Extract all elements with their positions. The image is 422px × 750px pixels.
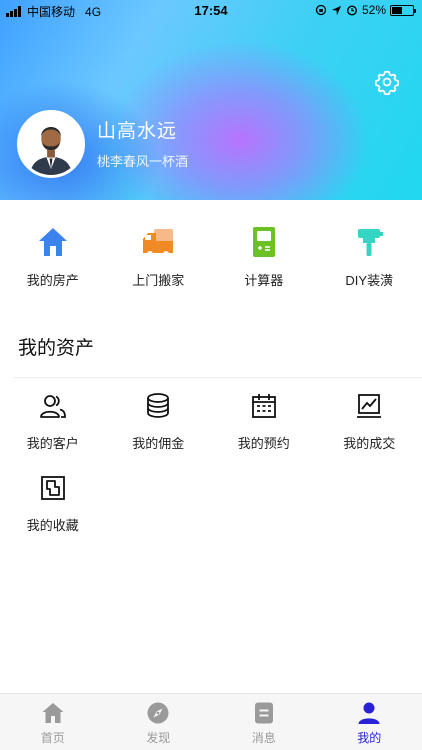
customers-icon <box>39 395 66 418</box>
quick-item-label: 计算器 <box>244 273 284 288</box>
user-name: 山高水远 <box>97 121 178 142</box>
assets-grid: 我的客户 我的佣金 我的预约 我的成交 我的收藏 <box>0 392 422 556</box>
tab-me[interactable]: 我的 <box>317 694 422 750</box>
settings-gear-icon[interactable] <box>374 69 400 96</box>
location-icon <box>331 5 342 15</box>
avatar[interactable] <box>17 110 85 178</box>
asset-item-label: 我的客户 <box>26 436 79 451</box>
coins-icon <box>147 393 170 418</box>
quick-item-label: 我的房产 <box>26 273 79 288</box>
profile-header: 山高水远 桃李春风一杯酒 <box>0 0 422 200</box>
calculator-icon <box>252 227 275 257</box>
asset-item-label: 我的佣金 <box>132 436 185 451</box>
asset-item-commission[interactable]: 我的佣金 <box>106 392 212 474</box>
tab-label: 我的 <box>357 731 382 745</box>
tab-label: 消息 <box>251 731 276 745</box>
user-icon <box>358 702 380 724</box>
divider <box>14 377 422 378</box>
tab-label: 发现 <box>146 731 171 745</box>
tab-messages[interactable]: 消息 <box>211 694 317 750</box>
house-icon <box>38 228 67 256</box>
message-icon <box>254 702 273 724</box>
battery-icon <box>390 4 416 16</box>
deal-chart-icon <box>357 394 382 418</box>
tab-home[interactable]: 首页 <box>0 694 106 750</box>
quick-item-calculator[interactable]: 计算器 <box>211 200 317 305</box>
home-icon <box>42 703 64 723</box>
asset-item-deals[interactable]: 我的成交 <box>317 392 422 474</box>
rotation-lock-icon <box>315 4 327 16</box>
quick-item-diy-decoration[interactable]: DIY装潢 <box>317 200 422 305</box>
assets-section-title: 我的资产 <box>18 338 95 359</box>
asset-item-label: 我的成交 <box>343 436 396 451</box>
calendar-icon <box>251 394 276 418</box>
asset-item-favorites[interactable]: 我的收藏 <box>0 474 106 556</box>
status-bar: 中国移动 4G 17:54 52% <box>0 0 422 21</box>
asset-item-appointments[interactable]: 我的预约 <box>211 392 317 474</box>
asset-item-label: 我的预约 <box>237 436 290 451</box>
quick-item-label: DIY装潢 <box>345 273 394 288</box>
quick-item-my-property[interactable]: 我的房产 <box>0 200 106 305</box>
quick-item-moving[interactable]: 上门搬家 <box>106 200 212 305</box>
asset-item-label: 我的收藏 <box>26 518 79 533</box>
asset-item-customers[interactable]: 我的客户 <box>0 392 106 474</box>
tab-label: 首页 <box>40 731 65 745</box>
paint-roller-icon <box>358 229 384 256</box>
quick-actions: 我的房产 上门搬家 计算器 DIY装潢 <box>0 200 422 305</box>
truck-icon <box>143 229 174 257</box>
tab-bar: 首页 发现 消息 我的 <box>0 693 422 750</box>
quick-item-label: 上门搬家 <box>132 273 185 288</box>
compass-icon <box>147 702 169 724</box>
battery-percent: 52% <box>361 3 386 17</box>
user-motto: 桃李春风一杯酒 <box>97 154 189 169</box>
alarm-icon <box>346 5 357 16</box>
favorites-icon <box>40 476 65 500</box>
tab-discover[interactable]: 发现 <box>106 694 212 750</box>
